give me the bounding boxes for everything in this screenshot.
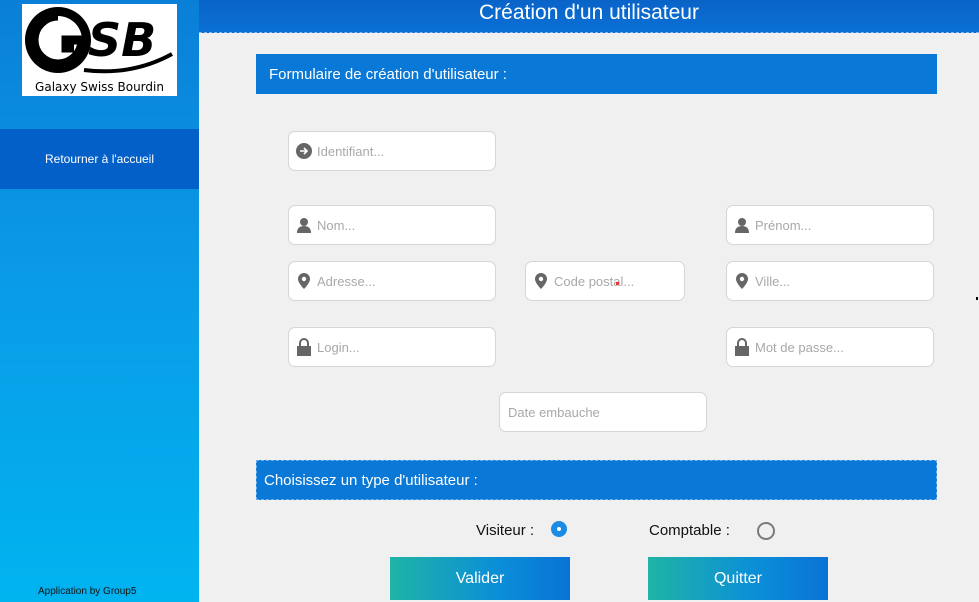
adresse-placeholder: Adresse... (317, 273, 376, 289)
gsb-logo: SB Galaxy Swiss Bourdin (22, 4, 177, 96)
edge-mark (976, 297, 978, 300)
adresse-field[interactable]: Adresse... (288, 261, 496, 301)
form-section-header: Formulaire de création d'utilisateur : (256, 54, 937, 94)
comptable-radio[interactable] (757, 522, 775, 540)
identifiant-placeholder: Identifiant... (317, 143, 385, 159)
visiteur-label: Visiteur : (476, 522, 535, 539)
form-section-title: Formulaire de création d'utilisateur : (269, 65, 507, 83)
logo-caption: Galaxy Swiss Bourdin (35, 80, 164, 94)
ville-field[interactable]: Ville... (726, 261, 934, 301)
date-embauche-placeholder: Date embauche (508, 404, 600, 420)
lock-icon (734, 338, 750, 356)
comptable-label: Comptable : (649, 522, 730, 539)
map-pin-icon (533, 273, 549, 289)
ville-placeholder: Ville... (755, 273, 791, 289)
mot-de-passe-placeholder: Mot de passe... (755, 339, 844, 355)
map-pin-icon (734, 273, 750, 289)
identifiant-field[interactable]: Identifiant... (288, 131, 496, 171)
user-icon (296, 217, 312, 233)
login-field[interactable]: Login... (288, 327, 496, 367)
cursor-marker (616, 282, 619, 285)
nom-field[interactable]: Nom... (288, 205, 496, 245)
date-embauche-field[interactable]: Date embauche (499, 392, 707, 432)
gsb-logo-mark: SB (25, 7, 173, 74)
app-credit: Application by Group5 (38, 586, 137, 597)
mot-de-passe-field[interactable]: Mot de passe... (726, 327, 934, 367)
quit-button[interactable]: Quitter (648, 557, 828, 600)
code-postal-placeholder: Code postal... (554, 273, 635, 289)
page-title: Création d'un utilisateur (479, 1, 699, 24)
visiteur-radio[interactable] (551, 521, 567, 537)
lock-icon (296, 338, 312, 356)
login-placeholder: Login... (317, 339, 360, 355)
user-type-section-title: Choisissez un type d'utilisateur : (264, 471, 478, 489)
return-home-button[interactable]: Retourner à l'accueil (0, 129, 199, 189)
user-icon (734, 217, 750, 233)
prenom-placeholder: Prénom... (755, 217, 812, 233)
code-postal-field[interactable]: Code postal... (525, 261, 685, 301)
prenom-field[interactable]: Prénom... (726, 205, 934, 245)
svg-text:SB: SB (88, 13, 156, 67)
validate-button[interactable]: Valider (390, 557, 570, 600)
title-bar: Création d'un utilisateur (199, 0, 979, 33)
nom-placeholder: Nom... (317, 217, 356, 233)
sidebar: SB Galaxy Swiss Bourdin Retourner à l'ac… (0, 0, 199, 602)
map-pin-icon (296, 273, 312, 289)
login-arrow-icon (296, 143, 312, 159)
user-type-section-header: Choisissez un type d'utilisateur : (256, 460, 937, 500)
